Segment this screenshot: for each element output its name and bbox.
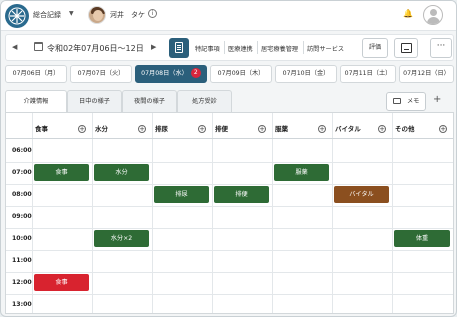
user-profile-icon[interactable] (423, 5, 443, 25)
document-icon (175, 42, 183, 53)
grid-line (6, 294, 453, 295)
column-header: その他 (395, 125, 415, 133)
day-tab-0712[interactable]: 07月12日（日） (399, 65, 454, 83)
record-entry[interactable]: バイタル (334, 186, 389, 203)
time-label: 13:00 (12, 301, 32, 308)
nav-link-special-notes[interactable]: 特記事項 (195, 44, 220, 53)
grid-line (6, 272, 453, 273)
date-range[interactable]: 令和02年07月06日〜12日 (47, 43, 144, 54)
memo-icon (393, 98, 401, 104)
column-header: 水分 (95, 125, 108, 133)
app-name[interactable]: 総合記録 (33, 10, 61, 20)
grid-line (6, 228, 453, 229)
column-header: 排便 (215, 125, 228, 133)
time-label: 06:00 (12, 147, 32, 154)
add-circle-icon[interactable]: + (138, 125, 146, 133)
add-circle-icon[interactable]: + (378, 125, 386, 133)
record-entry[interactable]: 服薬 (274, 164, 329, 181)
avatar[interactable] (88, 6, 106, 24)
column-header: 排尿 (155, 125, 168, 133)
column-header: 服薬 (275, 125, 288, 133)
layout-icon (401, 43, 412, 53)
app-window: 総合記録 ▼ 河井 タケ i 🔔 ◀ 令和02年07月06日〜12日 ▶ 特記事… (0, 0, 457, 317)
time-label: 08:00 (12, 191, 32, 198)
nav-link-visit-service[interactable]: 訪問サービス (307, 44, 344, 53)
layout-button[interactable] (394, 38, 418, 58)
grid-line (6, 250, 453, 251)
time-label: 09:00 (12, 213, 32, 220)
grid-line (332, 113, 333, 313)
tab-care-info[interactable]: 介護情報 (5, 90, 67, 112)
plus-icon[interactable]: + (433, 94, 441, 105)
grid-line (6, 138, 453, 139)
user-name[interactable]: 河井 タケ (110, 10, 145, 20)
record-entry[interactable]: 体重 (394, 230, 450, 247)
info-icon[interactable]: i (148, 9, 157, 18)
record-tabs: 介護情報 日中の様子 夜間の様子 処方受診 メモ + (5, 90, 454, 112)
memo-button[interactable]: メモ (386, 92, 426, 111)
add-circle-icon[interactable]: + (258, 125, 266, 133)
time-label: 11:00 (12, 257, 32, 264)
record-entry[interactable]: 食事 (34, 274, 89, 291)
bell-icon[interactable]: 🔔 (403, 9, 413, 18)
day-tab-0708[interactable]: 07月08日（水） 2 (135, 65, 207, 83)
tab-prescription[interactable]: 処方受診 (177, 90, 232, 112)
nav-link-home-care[interactable]: 居宅療養管理 (261, 44, 298, 53)
app-logo-icon[interactable] (5, 4, 29, 28)
top-bar: 総合記録 ▼ 河井 タケ i 🔔 (1, 1, 456, 31)
grid-line (32, 113, 33, 313)
grid-line (92, 113, 93, 313)
grid-line (453, 113, 454, 313)
document-button[interactable] (169, 38, 189, 58)
grid-line (6, 184, 453, 185)
add-circle-icon[interactable]: + (439, 125, 447, 133)
day-tabs: 07月06日（月） 07月07日（火） 07月08日（水） 2 07月09日（木）… (5, 65, 454, 83)
more-icon[interactable]: ··· (430, 38, 452, 58)
column-header: バイタル (335, 125, 361, 133)
tab-nighttime[interactable]: 夜間の様子 (122, 90, 177, 112)
calendar-icon[interactable] (34, 42, 43, 51)
record-entry[interactable]: 食事 (34, 164, 89, 181)
record-entry[interactable]: 排便 (214, 186, 269, 203)
add-circle-icon[interactable]: + (318, 125, 326, 133)
day-tab-0710[interactable]: 07月10日（金） (275, 65, 337, 83)
day-tab-0711[interactable]: 07月11日（土） (340, 65, 396, 83)
record-entry[interactable]: 水分×2 (94, 230, 149, 247)
day-tab-0709[interactable]: 07月09日（木） (210, 65, 272, 83)
grid-line (152, 113, 153, 313)
add-circle-icon[interactable]: + (78, 125, 86, 133)
date-navigation: ◀ 令和02年07月06日〜12日 ▶ 特記事項 医療連携 居宅療養管理 訪問サ… (5, 34, 454, 61)
day-tab-0707[interactable]: 07月07日（火） (70, 65, 132, 83)
evaluation-button[interactable]: 評価 (362, 38, 388, 58)
add-circle-icon[interactable]: + (198, 125, 206, 133)
nav-link-medical[interactable]: 医療連携 (228, 44, 253, 53)
schedule-grid: 食事 + 水分 + 排尿 + 排便 + 服薬 + バイタル + その他 +06:00 07:00 08:00 0… (5, 112, 454, 314)
column-header: 食事 (35, 125, 48, 133)
grid-line (272, 113, 273, 313)
notification-badge: 2 (190, 68, 201, 78)
tab-daytime[interactable]: 日中の様子 (67, 90, 122, 112)
grid-line (6, 162, 453, 163)
chevron-down-icon[interactable]: ▼ (69, 10, 74, 17)
grid-line (212, 113, 213, 313)
record-entry[interactable]: 水分 (94, 164, 149, 181)
time-label: 10:00 (12, 235, 32, 242)
previous-week-button[interactable]: ◀ (12, 43, 17, 51)
time-label: 07:00 (12, 169, 32, 176)
record-entry[interactable]: 排尿 (154, 186, 209, 203)
grid-line (6, 206, 453, 207)
time-label: 12:00 (12, 279, 32, 286)
day-tab-0706[interactable]: 07月06日（月） (5, 65, 67, 83)
next-week-button[interactable]: ▶ (151, 43, 156, 51)
grid-line (392, 113, 393, 313)
